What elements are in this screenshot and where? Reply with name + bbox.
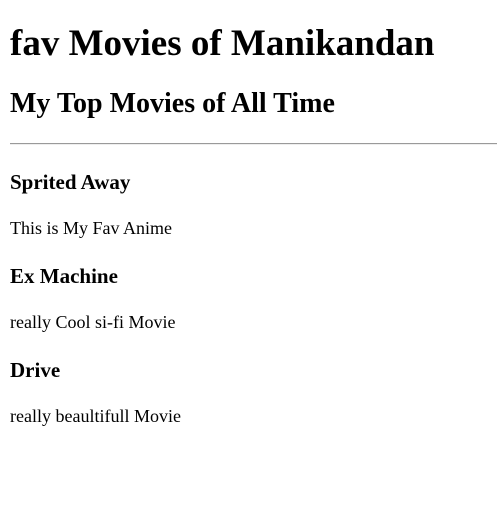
- movie-description: This is My Fav Anime: [10, 218, 173, 238]
- movie-item: Sprited Away This is My Fav Anime: [10, 170, 497, 239]
- movie-list: Sprited Away This is My Fav Anime Ex Mac…: [10, 170, 497, 427]
- divider: [10, 143, 497, 145]
- movie-item: Drive really beaultifull Movie: [10, 358, 497, 427]
- movie-title: Drive: [10, 358, 61, 382]
- movie-title: Ex Machine: [10, 264, 118, 288]
- movie-item: Ex Machine really Cool si-fi Movie: [10, 264, 497, 333]
- movie-description: really Cool si-fi Movie: [10, 312, 176, 332]
- movie-title: Sprited Away: [10, 170, 131, 194]
- page-subtitle: My Top Movies of All Time: [10, 88, 335, 119]
- page-title: fav Movies of Manikandan: [10, 23, 435, 64]
- movie-description: really beaultifull Movie: [10, 406, 181, 426]
